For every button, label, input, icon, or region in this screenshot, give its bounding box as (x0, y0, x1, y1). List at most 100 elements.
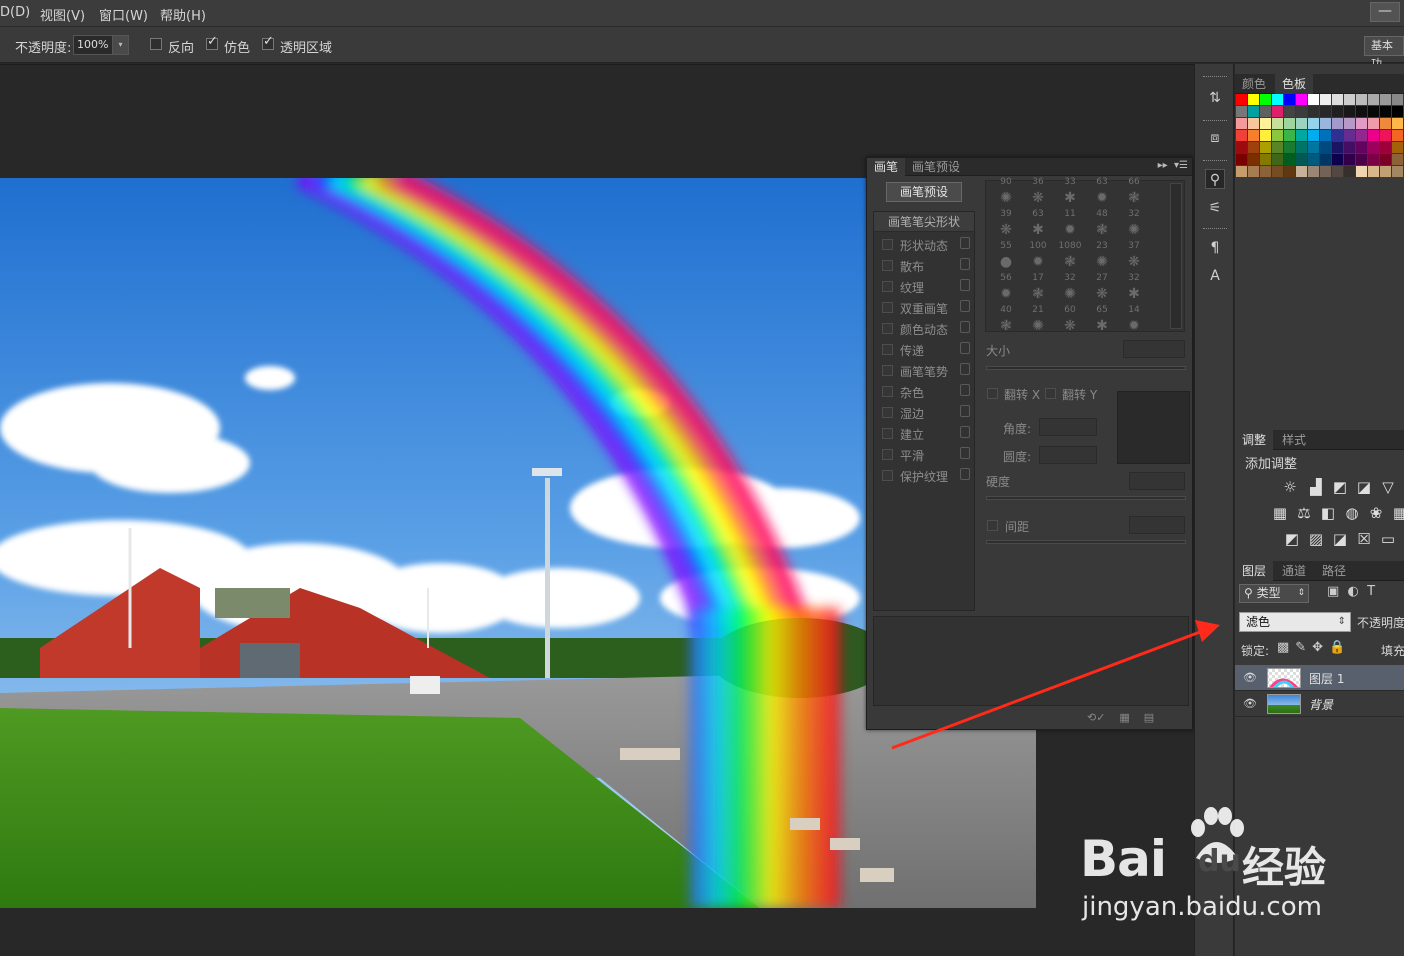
posterize-icon[interactable]: ▨ (1307, 530, 1325, 548)
color-swatch[interactable] (1320, 94, 1331, 105)
color-swatch[interactable] (1272, 118, 1283, 129)
brush-option-checkbox[interactable] (882, 407, 893, 418)
transparency-checkbox[interactable] (262, 34, 274, 50)
color-swatch[interactable] (1296, 142, 1307, 153)
flip-x-checkbox[interactable] (987, 388, 998, 399)
dock-grip[interactable] (1203, 160, 1227, 162)
brush-tip-cell[interactable]: 21 ✺ (1022, 305, 1054, 337)
brush-panel-icon[interactable]: ⚲ (1205, 169, 1225, 189)
color-swatch[interactable] (1344, 166, 1355, 177)
color-swatch[interactable] (1308, 142, 1319, 153)
brush-tip-cell[interactable]: 65 ✱ (1086, 305, 1118, 337)
color-swatch[interactable] (1272, 106, 1283, 117)
color-swatch[interactable] (1284, 118, 1295, 129)
spacing-checkbox[interactable] (987, 520, 998, 531)
brush-option-row[interactable]: 散布 (874, 255, 974, 276)
color-swatch[interactable] (1380, 94, 1391, 105)
clone-source-icon[interactable]: ⚟ (1205, 198, 1225, 218)
color-swatch[interactable] (1248, 142, 1259, 153)
color-swatch[interactable] (1380, 142, 1391, 153)
color-swatch[interactable] (1392, 94, 1403, 105)
color-swatch[interactable] (1248, 130, 1259, 141)
brightness-icon[interactable]: ☼ (1281, 478, 1299, 496)
dock-grip[interactable] (1203, 120, 1227, 122)
color-swatch[interactable] (1392, 142, 1403, 153)
color-balance-icon[interactable]: ⚖ (1295, 504, 1313, 522)
lock-icon[interactable] (960, 468, 970, 480)
history-icon[interactable]: ⇅ (1205, 88, 1225, 108)
color-swatch[interactable] (1248, 166, 1259, 177)
blend-mode-select[interactable]: 滤色 ⇕ (1239, 612, 1351, 632)
brush-option-checkbox[interactable] (882, 449, 893, 460)
tab-layers[interactable]: 图层 (1235, 561, 1274, 581)
brush-tip-cell[interactable]: 17 ❃ (1022, 273, 1054, 305)
brush-option-row[interactable]: 纹理 (874, 276, 974, 297)
brush-option-checkbox[interactable] (882, 302, 893, 313)
layer-row-background[interactable]: 👁 背景 (1235, 691, 1404, 717)
brush-grid-scrollbar[interactable] (1170, 183, 1182, 329)
selective-color-icon[interactable]: ☒ (1355, 530, 1373, 548)
color-swatch[interactable] (1368, 142, 1379, 153)
brush-option-row[interactable]: 保护纹理 (874, 465, 974, 486)
color-swatch[interactable] (1332, 94, 1343, 105)
photo-filter-icon[interactable]: ◍ (1343, 504, 1361, 522)
menu-item-help[interactable]: 帮助(H) (160, 5, 206, 24)
brush-option-row[interactable]: 画笔笔势 (874, 360, 974, 381)
brush-tip-cell[interactable]: 60 ❋ (1054, 305, 1086, 337)
color-swatch[interactable] (1392, 166, 1403, 177)
menu-item-view[interactable]: 视图(V) (40, 5, 85, 24)
color-swatch[interactable] (1272, 154, 1283, 165)
color-swatch[interactable] (1284, 130, 1295, 141)
brush-tip-cell[interactable]: 39 ❋ (990, 209, 1022, 241)
black-white-icon[interactable]: ◧ (1319, 504, 1337, 522)
color-swatch[interactable] (1332, 154, 1343, 165)
color-swatch[interactable] (1308, 106, 1319, 117)
color-swatch[interactable] (1320, 106, 1331, 117)
brush-option-row[interactable]: 双重画笔 (874, 297, 974, 318)
workspace-button[interactable]: 基本功 (1364, 36, 1404, 70)
levels-icon[interactable]: ▟ (1307, 478, 1325, 496)
channel-mixer-icon[interactable]: ❀ (1367, 504, 1385, 522)
color-swatch[interactable] (1332, 118, 1343, 129)
paragraph-icon[interactable]: ¶ (1205, 238, 1225, 258)
flip-y-checkbox[interactable] (1045, 388, 1056, 399)
color-swatch[interactable] (1356, 154, 1367, 165)
menu-item-d[interactable]: D(D) (0, 5, 30, 20)
color-swatch[interactable] (1380, 106, 1391, 117)
brush-tip-cell[interactable]: 36 ❋ (1022, 177, 1054, 209)
color-swatch[interactable] (1284, 166, 1295, 177)
brush-angle-preview[interactable] (1117, 391, 1190, 464)
color-swatch[interactable] (1368, 166, 1379, 177)
color-swatch[interactable] (1272, 130, 1283, 141)
dither-checkbox[interactable] (206, 34, 218, 50)
color-swatch[interactable] (1308, 130, 1319, 141)
tab-adjustments[interactable]: 调整 (1235, 430, 1274, 450)
color-swatch[interactable] (1284, 106, 1295, 117)
brush-option-row[interactable]: 平滑 (874, 444, 974, 465)
brush-tip-cell[interactable]: 32 ✺ (1118, 209, 1150, 241)
color-swatch[interactable] (1368, 130, 1379, 141)
gradient-map-icon[interactable]: ▭ (1379, 530, 1397, 548)
color-lookup-icon[interactable]: ▦ (1391, 504, 1404, 522)
curves-icon[interactable]: ◩ (1331, 478, 1349, 496)
color-swatch[interactable] (1260, 130, 1271, 141)
lock-icon[interactable] (960, 447, 970, 459)
tab-paths[interactable]: 路径 (1315, 561, 1353, 581)
brush-option-checkbox[interactable] (882, 428, 893, 439)
brush-option-checkbox[interactable] (882, 470, 893, 481)
color-swatch[interactable] (1344, 118, 1355, 129)
menu-item-window[interactable]: 窗口(W) (99, 5, 148, 24)
color-swatch[interactable] (1272, 142, 1283, 153)
brush-option-checkbox[interactable] (882, 260, 893, 271)
lock-icon[interactable] (960, 258, 970, 270)
color-swatch[interactable] (1368, 154, 1379, 165)
color-swatch[interactable] (1368, 118, 1379, 129)
brush-tip-cell[interactable]: 100 ✹ (1022, 241, 1054, 273)
color-swatch[interactable] (1272, 94, 1283, 105)
tab-channels[interactable]: 通道 (1275, 561, 1313, 581)
tab-styles[interactable]: 样式 (1275, 430, 1313, 450)
exposure-icon[interactable]: ◪ (1355, 478, 1373, 496)
brush-option-checkbox[interactable] (882, 281, 893, 292)
brush-option-row[interactable]: 湿边 (874, 402, 974, 423)
brush-tip-cell[interactable]: 33 ✱ (1054, 177, 1086, 209)
